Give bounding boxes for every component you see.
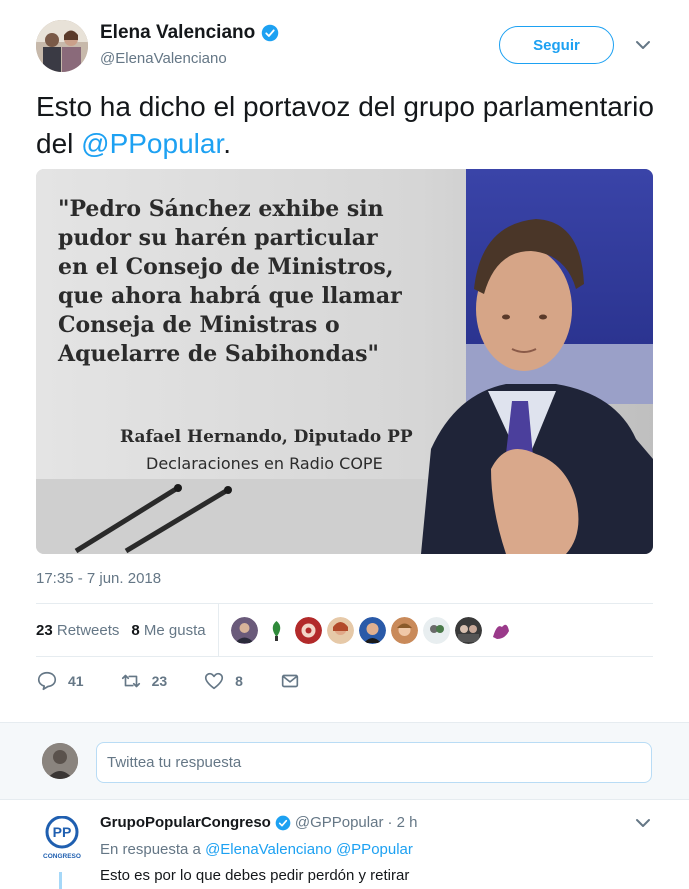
liker-avatar[interactable] bbox=[262, 616, 290, 644]
retweet-action[interactable]: 23 bbox=[120, 670, 168, 692]
tweet-stats: 23 Retweets 8 Me gusta bbox=[36, 604, 653, 656]
mention-link[interactable]: @PPopular bbox=[81, 128, 223, 159]
current-user-avatar[interactable] bbox=[42, 743, 78, 779]
reply-author-name[interactable]: GrupoPopularCongreso bbox=[100, 814, 271, 831]
media-attribution-source: Declaraciones en Radio COPE bbox=[146, 454, 383, 473]
author-handle[interactable]: @ElenaValenciano bbox=[100, 50, 227, 67]
reply-action[interactable]: 41 bbox=[36, 670, 84, 692]
verified-badge-icon bbox=[275, 815, 291, 830]
tweet-text-end: . bbox=[223, 128, 232, 159]
thread-line bbox=[59, 872, 62, 889]
reply-icon bbox=[37, 671, 57, 691]
retweet-count: 23 bbox=[151, 673, 168, 689]
reply-count: 41 bbox=[68, 673, 84, 689]
reply-time[interactable]: · 2 h bbox=[387, 814, 417, 831]
envelope-icon bbox=[281, 674, 299, 688]
liker-avatars bbox=[230, 616, 519, 644]
chevron-down-icon[interactable] bbox=[634, 814, 652, 832]
divider bbox=[36, 656, 653, 657]
retweets-count: 23 bbox=[36, 621, 53, 639]
like-action[interactable]: 8 bbox=[203, 670, 243, 692]
tweet-text: Esto ha dicho el portavoz del grupo parl… bbox=[36, 88, 656, 162]
heart-icon bbox=[205, 672, 224, 690]
verified-badge-icon bbox=[262, 24, 279, 42]
liker-avatar[interactable] bbox=[358, 616, 386, 644]
likes-label: Me gusta bbox=[143, 621, 206, 639]
media-quote: "Pedro Sánchez exhibe sin pudor su harén… bbox=[58, 195, 438, 369]
tweet-timestamp[interactable]: 17:35 - 7 jun. 2018 bbox=[36, 570, 161, 587]
tweet-actions: 41 23 8 bbox=[36, 670, 347, 692]
liker-avatar[interactable] bbox=[454, 616, 482, 644]
pp-logo-avatar[interactable]: PP CONGRESO bbox=[42, 815, 82, 860]
reply-author-handle[interactable]: @GPPopular bbox=[295, 814, 384, 831]
retweet-icon bbox=[121, 674, 140, 688]
likes-stat[interactable]: 8 Me gusta bbox=[131, 622, 205, 639]
follow-button[interactable]: Seguir bbox=[499, 26, 614, 64]
reply-composer: Twittea tu respuesta bbox=[0, 722, 689, 800]
reply-input[interactable]: Twittea tu respuesta bbox=[96, 742, 652, 783]
liker-avatar[interactable] bbox=[326, 616, 354, 644]
reply-tweet-text: Esto es por lo que debes pedir perdón y … bbox=[100, 867, 410, 884]
reply-tweet: PP CONGRESO GrupoPopularCongreso @GPPopu… bbox=[0, 800, 689, 889]
stats-separator bbox=[217, 604, 219, 656]
media-attribution-speaker: Rafael Hernando, Diputado PP bbox=[120, 427, 413, 447]
pp-logo-subtext: CONGRESO bbox=[43, 853, 81, 860]
pp-logo-text: PP bbox=[53, 824, 72, 840]
quote-line: "Pedro Sánchez exhibe sin bbox=[58, 196, 384, 222]
reply-author-row: GrupoPopularCongreso @GPPopular · 2 h bbox=[100, 814, 417, 831]
quote-line: pudor su harén particular bbox=[58, 225, 378, 251]
quote-line: Conseja de Ministras o bbox=[58, 312, 340, 338]
chevron-down-icon[interactable] bbox=[634, 36, 652, 54]
replying-to: En respuesta a @ElenaValenciano @PPopula… bbox=[100, 841, 413, 858]
retweets-stat[interactable]: 23 Retweets bbox=[36, 622, 119, 639]
mention-link[interactable]: @ElenaValenciano bbox=[205, 841, 332, 858]
quote-line: en el Consejo de Ministros, bbox=[58, 254, 394, 280]
likes-count: 8 bbox=[131, 621, 140, 639]
author-avatar[interactable] bbox=[36, 20, 88, 72]
liker-avatar[interactable] bbox=[422, 616, 450, 644]
tweet-media-image[interactable]: "Pedro Sánchez exhibe sin pudor su harén… bbox=[36, 169, 653, 554]
author-name-row: Elena Valenciano bbox=[100, 22, 279, 44]
quote-line: que ahora habrá que llamar bbox=[58, 283, 402, 309]
quote-line: Aquelarre de Sabihondas" bbox=[58, 341, 379, 367]
author-name[interactable]: Elena Valenciano bbox=[100, 22, 255, 44]
replying-to-label: En respuesta a bbox=[100, 841, 201, 858]
like-count: 8 bbox=[235, 673, 243, 689]
retweets-label: Retweets bbox=[56, 621, 120, 639]
direct-message-action[interactable] bbox=[279, 670, 311, 692]
liker-avatar[interactable] bbox=[230, 616, 258, 644]
liker-avatar[interactable] bbox=[294, 616, 322, 644]
liker-avatar[interactable] bbox=[390, 616, 418, 644]
liker-avatar[interactable] bbox=[486, 616, 514, 644]
mention-link[interactable]: @PPopular bbox=[336, 841, 413, 858]
